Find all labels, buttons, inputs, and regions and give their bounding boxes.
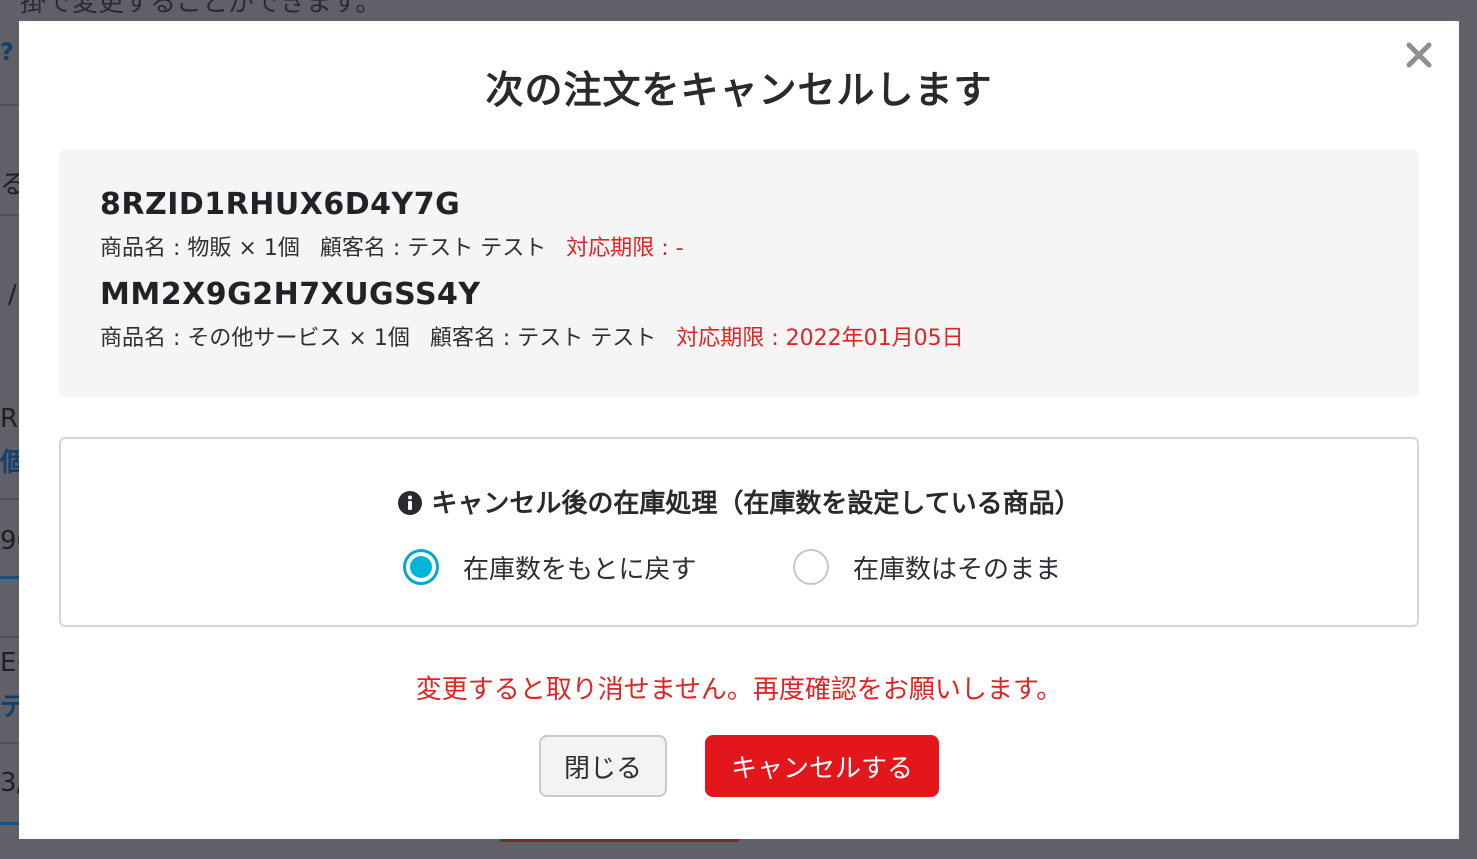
bg-divider: [0, 636, 20, 638]
bg-text-fragment: R: [0, 404, 19, 434]
order-id: 8RZID1RHUX6D4Y7G: [100, 187, 461, 222]
radio-label: 在庫数はそのまま: [853, 554, 1062, 585]
confirm-cancel-button[interactable]: キャンセルする: [705, 735, 939, 797]
bg-divider: [0, 104, 20, 106]
order-meta: 商品名 : その他サービス × 1個 顧客名 : テスト テスト 対応期限 : 20…: [100, 320, 964, 352]
info-icon: [397, 490, 423, 523]
bg-divider: [0, 214, 20, 216]
radio-unchecked-icon[interactable]: [793, 549, 829, 585]
order-product: 商品名 : 物販 × 1個: [100, 236, 300, 261]
stock-handling-panel: キャンセル後の在庫処理（在庫数を設定している商品） 在庫数をもとに戻す 在庫数は…: [59, 437, 1419, 627]
bg-text-fragment: /: [8, 280, 17, 310]
order-deadline: 対応期限 : 2022年01月05日: [676, 326, 964, 351]
order-product: 商品名 : その他サービス × 1個: [100, 326, 410, 351]
order-item: 8RZID1RHUX6D4Y7G 商品名 : 物販 × 1個 顧客名 : テスト …: [100, 187, 684, 262]
order-item: MM2X9G2H7XUGSS4Y 商品名 : その他サービス × 1個 顧客名 :…: [100, 277, 964, 352]
radio-label: 在庫数をもとに戻す: [463, 554, 697, 585]
stock-handling-radio-group: 在庫数をもとに戻す 在庫数はそのまま: [61, 545, 1417, 589]
cancel-order-dialog: 次の注文をキャンセルします 8RZID1RHUX6D4Y7G 商品名 : 物販 …: [19, 21, 1459, 839]
dialog-title: 次の注文をキャンセルします: [485, 68, 993, 112]
bg-text-fragment: 掛で変更することができます。: [20, 0, 382, 18]
stock-handling-title-text: キャンセル後の在庫処理（在庫数を設定している商品）: [431, 489, 1081, 519]
bg-divider: [0, 498, 20, 500]
order-meta: 商品名 : 物販 × 1個 顧客名 : テスト テスト 対応期限 : -: [100, 230, 684, 262]
bg-link-underline: [0, 822, 20, 825]
radio-keep-stock[interactable]: 在庫数はそのまま: [793, 545, 1061, 589]
order-deadline: 対応期限 : -: [566, 236, 684, 261]
order-id: MM2X9G2H7XUGSS4Y: [100, 277, 481, 312]
radio-restore-stock[interactable]: 在庫数をもとに戻す: [403, 545, 696, 589]
bg-help-icon: ?: [0, 38, 14, 66]
radio-checked-icon[interactable]: [403, 549, 439, 585]
order-list: 8RZID1RHUX6D4Y7G 商品名 : 物販 × 1個 顧客名 : テスト …: [59, 149, 1419, 397]
irreversible-warning: 変更すると取り消せません。再度確認をお願いします。: [415, 675, 1063, 705]
close-button[interactable]: 閉じる: [539, 735, 667, 797]
bg-link-underline: [0, 576, 20, 579]
stock-handling-title: キャンセル後の在庫処理（在庫数を設定している商品）: [61, 483, 1417, 523]
order-customer: 顧客名 : テスト テスト: [319, 236, 547, 261]
order-customer: 顧客名 : テスト テスト: [429, 326, 657, 351]
bg-divider: [0, 742, 20, 744]
